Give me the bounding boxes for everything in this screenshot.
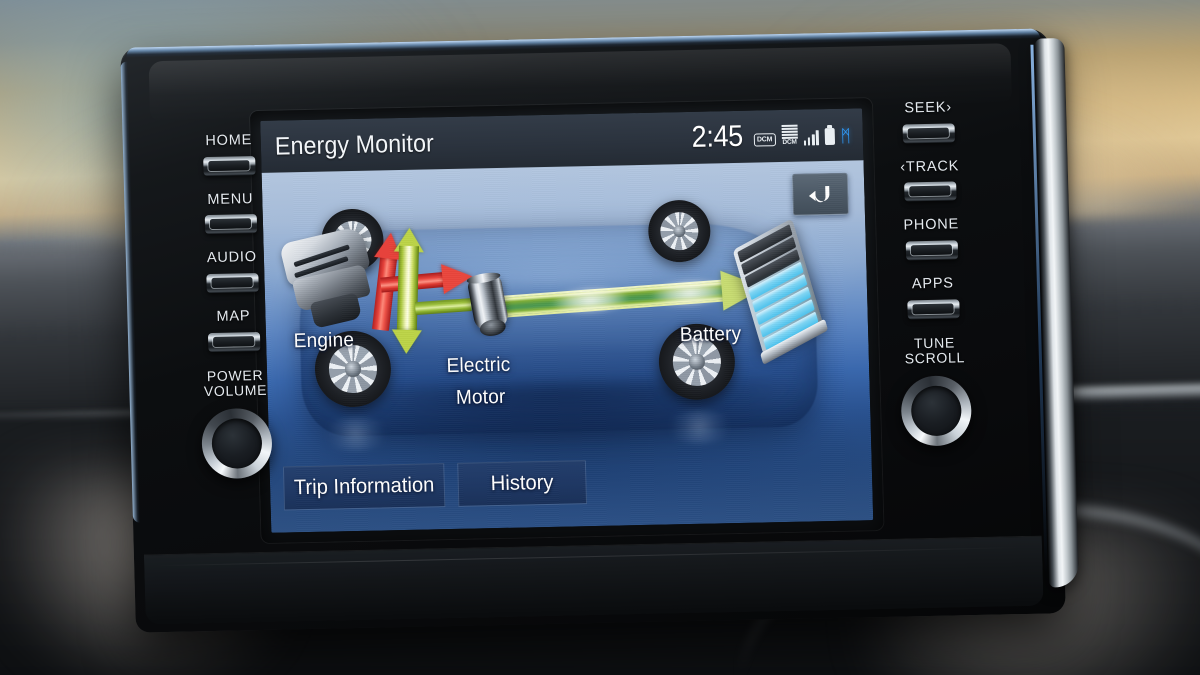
tune-scroll-knob[interactable] [900,375,973,447]
bluetooth-icon: ᛗ [840,126,852,146]
track-button[interactable] [904,181,957,202]
energy-monitor-diagram: Engine Electric Motor Battery Trip Infor… [261,160,874,533]
map-button-group: MAP [207,308,261,352]
audio-button-group: AUDIO [206,249,259,294]
power-volume-knob-label: POWER VOLUME [203,366,268,400]
trip-information-button[interactable]: Trip Information [282,463,446,511]
tune-scroll-label-line1: TUNE [913,334,956,351]
home-button-group: HOME [203,132,256,176]
label-electric-motor-line2: Motor [455,385,506,409]
power-volume-knob[interactable] [200,407,273,480]
label-electric-motor: Electric Motor [446,354,511,410]
clock: 2:45 [691,119,744,154]
audio-button-label: AUDIO [206,249,258,267]
dcm-signal-stack-icon: DCM [781,124,798,146]
tune-scroll-knob-face [910,385,962,437]
home-button[interactable] [203,155,256,176]
left-button-column: HOME MENU AUDIO MAP POWER VOLUME [171,132,296,480]
infotainment-head-unit: Energy Monitor 2:45 DCM DCM ᛗ Engine Ele… [120,28,1080,633]
phone-button-group: PHONE [903,216,960,261]
track-button-label: ‹TRACK [900,157,960,176]
label-engine: Engine [293,329,355,353]
seek-button[interactable] [902,123,956,144]
map-button[interactable] [207,331,261,352]
power-volume-label-line2: VOLUME [203,382,268,400]
softkey-bar: Trip Information History [280,460,590,511]
back-button[interactable] [791,172,849,216]
audio-button[interactable] [206,272,259,294]
map-button-label: MAP [216,308,251,325]
seek-button-label: SEEK› [904,99,953,117]
signal-strength-icon [803,130,819,146]
back-arrow-icon [808,186,830,203]
page-title: Energy Monitor [274,128,435,161]
label-electric-motor-line1: Electric [446,353,511,378]
phone-button[interactable] [905,240,959,261]
history-button[interactable]: History [457,460,588,507]
apps-button-label: APPS [911,275,955,293]
right-button-column: SEEK› ‹TRACK PHONE APPS TUNE SCROLL [870,99,995,447]
label-battery: Battery [679,322,742,347]
apps-button[interactable] [907,298,960,320]
status-icon-group: DCM DCM ᛗ [753,124,851,148]
tune-scroll-label-line2: SCROLL [904,349,966,367]
menu-button[interactable] [204,214,258,235]
power-volume-label-line1: POWER [206,366,264,384]
menu-button-group: MENU [204,190,258,235]
track-button-group: ‹TRACK [900,157,960,202]
dcm-stack-bars [781,124,798,139]
seek-button-group: SEEK› [902,99,956,144]
status-bar-right: 2:45 DCM DCM ᛗ [688,118,851,155]
dcm-stack-label: DCM [782,138,797,146]
battery-icon [824,127,835,146]
power-volume-knob-face [211,417,263,469]
dcm-badge-icon: DCM [753,133,776,147]
home-button-label: HOME [205,132,253,150]
phone-button-label: PHONE [903,216,960,234]
tune-scroll-knob-label: TUNE SCROLL [904,334,966,368]
apps-button-group: APPS [907,275,960,320]
touchscreen-display[interactable]: Energy Monitor 2:45 DCM DCM ᛗ Engine Ele… [260,108,874,533]
flow-arrow-regeneration [391,227,425,355]
screenshot-stage: Energy Monitor 2:45 DCM DCM ᛗ Engine Ele… [0,0,1200,675]
menu-button-label: MENU [207,190,254,208]
